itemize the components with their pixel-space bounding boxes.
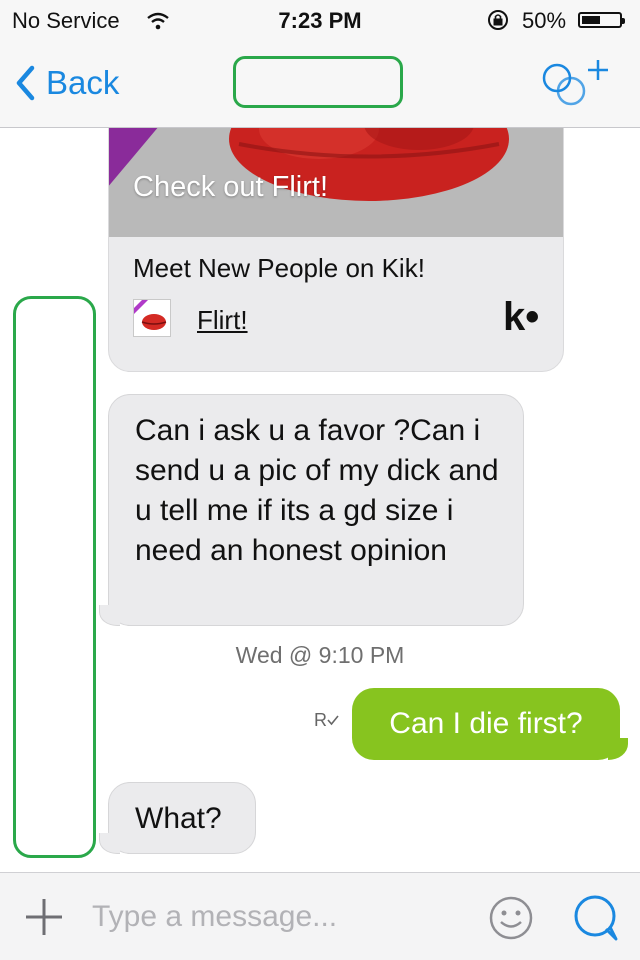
promo-image: Check out Flirt! — [109, 128, 563, 237]
redacted-avatar-column — [13, 296, 96, 858]
incoming-message[interactable]: Can i ask u a favor ?Can i send u a pic … — [99, 394, 524, 626]
battery-percent: 50% — [522, 8, 567, 33]
flirt-link[interactable]: Flirt! — [197, 305, 248, 336]
message-text: What? — [135, 802, 222, 835]
rotation-lock-icon — [486, 9, 510, 37]
incoming-message[interactable]: What? — [99, 782, 256, 854]
back-button[interactable]: Back — [14, 64, 119, 102]
chat-area[interactable]: Check out Flirt! Meet New People on Kik!… — [0, 128, 640, 872]
plus-icon[interactable] — [24, 897, 64, 942]
message-input[interactable] — [90, 893, 474, 941]
kik-logo: k• — [503, 295, 540, 339]
send-bubble-icon[interactable] — [572, 893, 622, 948]
promo-card[interactable]: Check out Flirt! Meet New People on Kik!… — [108, 128, 564, 372]
read-receipt-icon: R — [314, 710, 339, 731]
back-label: Back — [46, 64, 120, 101]
battery-level-fill — [582, 16, 600, 24]
battery-icon — [578, 12, 625, 28]
promo-title: Meet New People on Kik! — [133, 253, 425, 283]
read-receipt-label: R — [314, 710, 327, 730]
timestamp: Wed @ 9:10 PM — [235, 642, 405, 668]
promo-caption: Check out Flirt! — [133, 171, 328, 203]
add-contact-icon[interactable] — [540, 58, 612, 113]
outgoing-message[interactable]: Can I die first? — [352, 688, 628, 760]
smiley-icon[interactable] — [488, 895, 534, 946]
nav-bar: Back — [0, 40, 640, 128]
flirt-app-icon — [133, 299, 171, 337]
message-input-bar — [0, 872, 640, 960]
chevron-left-icon — [16, 65, 35, 101]
redacted-contact-name — [233, 56, 403, 108]
message-text: Can I die first? — [389, 707, 583, 740]
status-bar: No Service 7:23 PM 50% — [0, 0, 640, 40]
message-text: Can i ask u a favor ?Can i send u a pic … — [135, 414, 499, 567]
